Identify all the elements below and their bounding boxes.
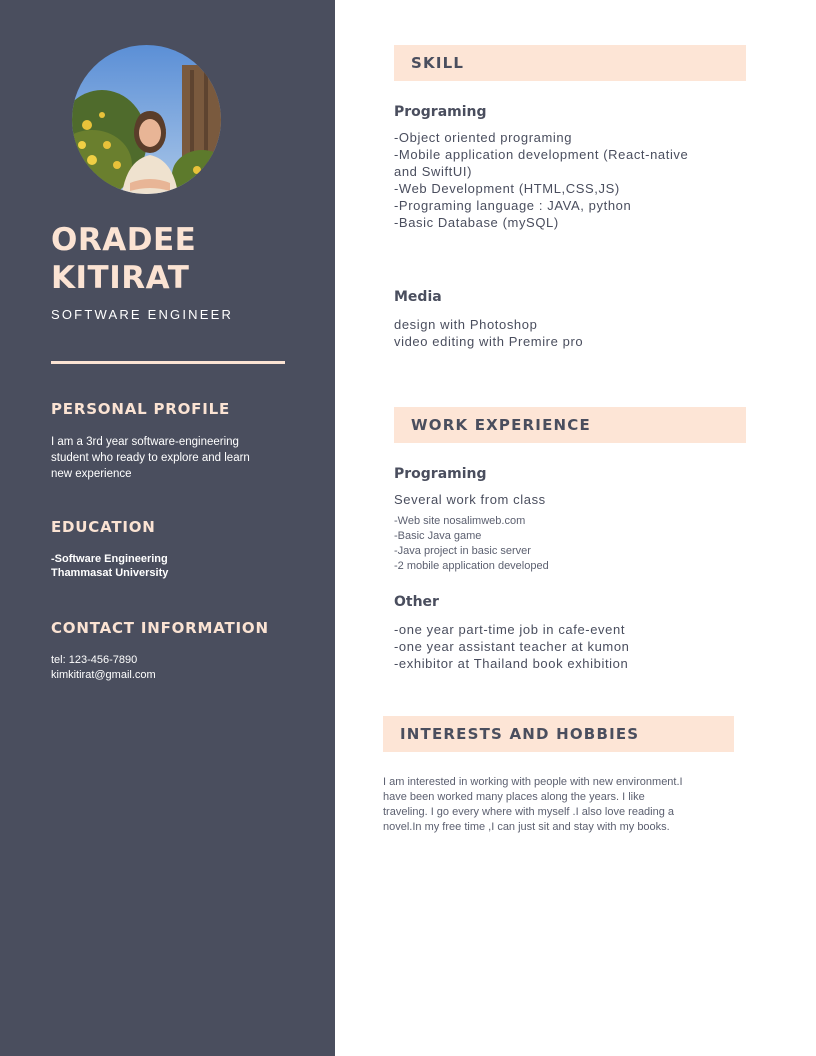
skill-programing-list: -Object oriented programing -Mobile appl… <box>394 129 744 231</box>
name-line-1: ORADEE <box>51 222 197 258</box>
list-item: -Programing language : JAVA, python <box>394 198 632 213</box>
job-title: SOFTWARE ENGINEER <box>51 307 234 322</box>
interests-heading-band: INTERESTS AND HOBBIES <box>383 716 734 752</box>
skill-heading: SKILL <box>411 54 465 72</box>
list-item: -Object oriented programing <box>394 130 573 145</box>
name-line-2: KITIRAT <box>51 260 190 296</box>
personal-profile-line: I am a 3rd year software-engineering <box>51 436 239 448</box>
sidebar: ORADEE KITIRAT SOFTWARE ENGINEER PERSONA… <box>0 0 335 1056</box>
list-item: -Basic Java game <box>394 530 482 542</box>
list-item: -one year part-time job in cafe-event <box>394 622 626 637</box>
interests-line: traveling. I go every where with myself … <box>383 806 675 818</box>
interests-text: I am interested in working with people w… <box>383 775 743 835</box>
personal-profile-line: student who ready to explore and learn <box>51 452 250 464</box>
work-other-title: Other <box>394 594 439 610</box>
list-item: -Java project in basic server <box>394 545 531 557</box>
contact-email: kimkitirat@gmail.com <box>51 669 156 681</box>
interests-line: novel.In my free time ,I can just sit an… <box>383 821 670 833</box>
list-item: video editing with Premire pro <box>394 334 584 349</box>
education-line: -Software Engineering <box>51 553 168 565</box>
work-experience-heading-band: WORK EXPERIENCE <box>394 407 746 443</box>
list-item: -Web Development (HTML,CSS,JS) <box>394 181 620 196</box>
list-item: -Basic Database (mySQL) <box>394 215 559 230</box>
skill-media-list: design with Photoshop video editing with… <box>394 316 744 350</box>
list-item: -one year assistant teacher at kumon <box>394 639 630 654</box>
education-text: -Software Engineering Thammasat Universi… <box>51 552 291 580</box>
profile-photo-image <box>72 45 221 194</box>
skill-media-title: Media <box>394 289 442 305</box>
interests-line: have been worked many places along the y… <box>383 791 645 803</box>
candidate-name: ORADEE KITIRAT <box>51 221 321 297</box>
work-other-list: -one year part-time job in cafe-event -o… <box>394 621 744 672</box>
list-item: design with Photoshop <box>394 317 538 332</box>
interests-line: I am interested in working with people w… <box>383 776 683 788</box>
personal-profile-text: I am a 3rd year software-engineering stu… <box>51 434 291 482</box>
work-programing-list: -Web site nosalimweb.com -Basic Java gam… <box>394 514 744 574</box>
list-item: and SwiftUI) <box>394 164 473 179</box>
education-heading: EDUCATION <box>51 518 156 536</box>
work-programing-title: Programing <box>394 466 487 482</box>
list-item: -Mobile application development (React-n… <box>394 147 689 162</box>
sidebar-divider <box>51 361 285 364</box>
interests-heading: INTERESTS AND HOBBIES <box>400 725 640 743</box>
contact-phone: tel: 123-456-7890 <box>51 654 138 666</box>
list-item: -Web site nosalimweb.com <box>394 515 526 527</box>
education-line: Thammasat University <box>51 567 169 579</box>
work-experience-heading: WORK EXPERIENCE <box>411 416 591 434</box>
work-programing-subtitle: Several work from class <box>394 492 546 507</box>
skill-programing-title: Programing <box>394 104 487 120</box>
list-item: -exhibitor at Thailand book exhibition <box>394 656 629 671</box>
personal-profile-heading: PERSONAL PROFILE <box>51 400 231 418</box>
profile-photo <box>72 45 221 194</box>
contact-heading: CONTACT INFORMATION <box>51 619 269 637</box>
contact-text: tel: 123-456-7890 kimkitirat@gmail.com <box>51 653 291 683</box>
personal-profile-line: new experience <box>51 468 132 480</box>
list-item: -2 mobile application developed <box>394 560 549 572</box>
skill-heading-band: SKILL <box>394 45 746 81</box>
